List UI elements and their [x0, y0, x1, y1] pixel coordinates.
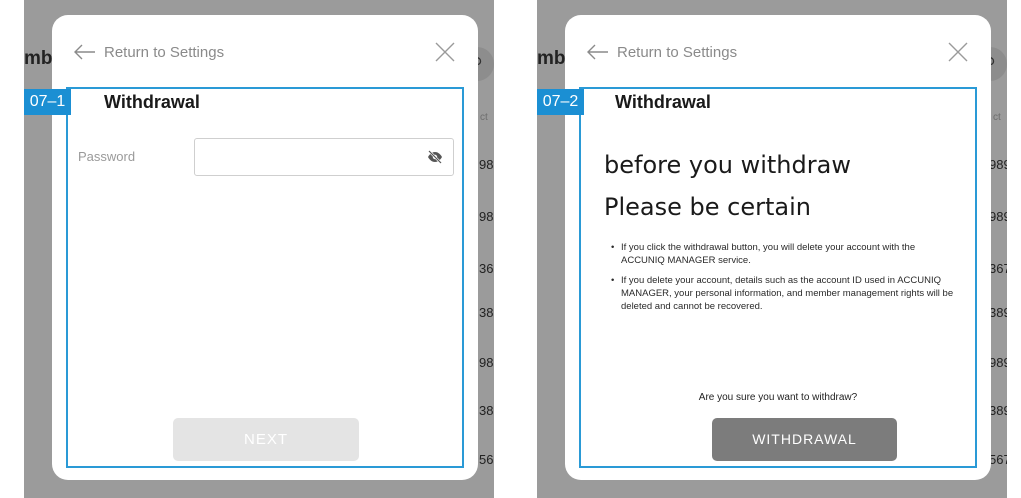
background-column-fragment: ct — [993, 112, 1001, 123]
return-to-settings-link[interactable]: Return to Settings — [74, 42, 224, 62]
background-number: 3890 — [989, 403, 1007, 418]
next-button[interactable]: NEXT — [173, 418, 359, 461]
background-number: 5678 — [989, 452, 1007, 467]
background-number: 3890 — [479, 403, 494, 418]
withdrawal-notice-list: If you click the withdrawal button, you … — [609, 241, 961, 320]
warning-line-1: before you withdraw — [604, 151, 851, 179]
background-title-fragment: mb — [537, 48, 566, 69]
confirm-question: Are you sure you want to withdraw? — [698, 392, 858, 403]
notice-item: If you delete your account, details such… — [611, 274, 961, 313]
background-column-fragment: ct — [480, 112, 488, 123]
step-badge: 07–1 — [24, 89, 71, 115]
password-input[interactable] — [194, 138, 454, 176]
background-number: 9896 — [989, 355, 1007, 370]
close-icon[interactable] — [434, 41, 456, 63]
modal-heading: Withdrawal — [615, 92, 711, 112]
warning-line-2: Please be certain — [604, 193, 811, 221]
background-number: 9896 — [479, 355, 494, 370]
notice-item: If you click the withdrawal button, you … — [611, 241, 961, 267]
withdrawal-button[interactable]: WITHDRAWAL — [712, 418, 897, 461]
background-number: 9898 — [989, 209, 1007, 224]
background-number: 3897 — [479, 305, 494, 320]
background-number: 3677 — [989, 261, 1007, 276]
background-number: 3897 — [989, 305, 1007, 320]
password-label: Password — [78, 149, 136, 164]
return-to-settings-label: Return to Settings — [617, 43, 738, 61]
background-title-fragment: mb — [24, 48, 53, 69]
eye-hidden-icon[interactable] — [427, 150, 443, 164]
background-number: 3677 — [479, 261, 494, 276]
close-icon[interactable] — [947, 41, 969, 63]
modal-heading: Withdrawal — [104, 92, 200, 112]
arrow-left-icon — [74, 44, 95, 60]
screen-step-2: mb ⚲ ct 9896 9898 3677 3897 9896 3890 56… — [537, 0, 1007, 498]
withdrawal-modal: Return to Settings Withdrawal before you… — [565, 15, 991, 480]
withdrawal-modal: Return to Settings Withdrawal Password N… — [52, 15, 478, 480]
step-badge: 07–2 — [537, 89, 584, 115]
screen-step-1: mb ⚲ ct 9896 9898 3677 3897 9896 3890 56… — [24, 0, 494, 498]
background-number: 9898 — [479, 209, 494, 224]
background-number: 9896 — [989, 157, 1007, 172]
arrow-left-icon — [587, 44, 608, 60]
background-number: 9896 — [479, 157, 494, 172]
return-to-settings-link[interactable]: Return to Settings — [587, 42, 737, 62]
background-number: 5678 — [479, 452, 494, 467]
return-to-settings-label: Return to Settings — [104, 43, 225, 61]
